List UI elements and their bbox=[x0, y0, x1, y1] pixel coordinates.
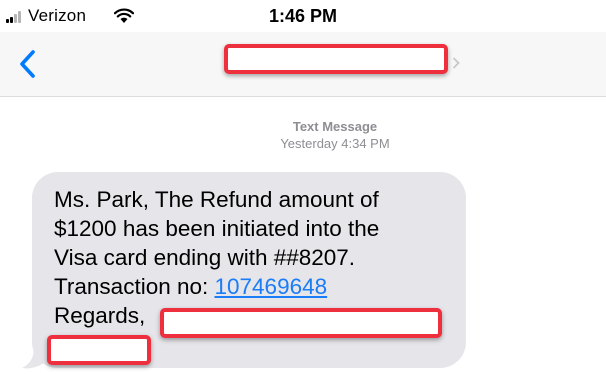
message-timestamp: Yesterday 4:34 PM bbox=[280, 136, 390, 151]
status-clock: 1:46 PM bbox=[268, 6, 338, 26]
chevron-left-icon[interactable] bbox=[14, 46, 42, 82]
contact-name-redaction[interactable] bbox=[224, 44, 448, 74]
conversation-nav-bar bbox=[0, 32, 606, 97]
chevron-right-icon bbox=[452, 57, 460, 69]
message-kind-label: Text Message bbox=[292, 119, 378, 134]
message-line: $1200 has been initiated into the bbox=[54, 216, 380, 241]
status-bar: Verizon 1:46 PM bbox=[0, 0, 606, 32]
message-line: Visa card ending with ##8207. bbox=[54, 245, 356, 270]
message-line-transaction: Transaction no: 107469648 bbox=[54, 273, 327, 300]
message-timestamp-header: Text Message Yesterday 4:34 PM bbox=[210, 118, 460, 152]
transaction-label: Transaction no: bbox=[54, 274, 215, 299]
message-line: Ms. Park, The Refund amount of bbox=[54, 187, 379, 212]
sender-name-redaction bbox=[160, 308, 442, 338]
sender-name-redaction-continued bbox=[47, 335, 151, 365]
message-line: Regards, bbox=[54, 303, 146, 328]
transaction-number-link[interactable]: 107469648 bbox=[215, 274, 328, 299]
